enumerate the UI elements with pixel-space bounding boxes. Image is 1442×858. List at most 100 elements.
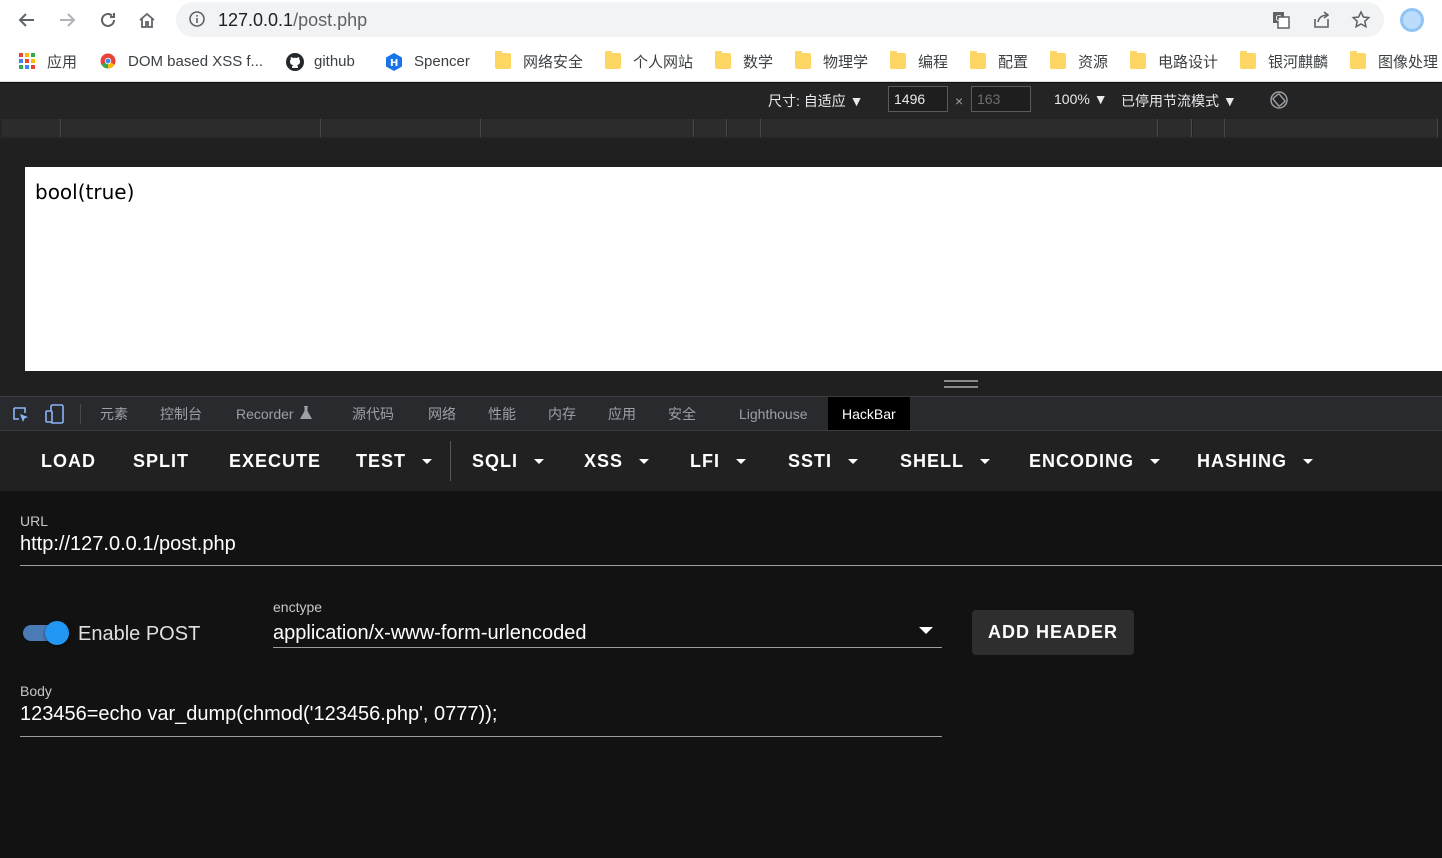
- inspect-element-icon[interactable]: [11, 405, 31, 425]
- tab-recorder[interactable]: Recorder: [236, 397, 312, 430]
- page-content: bool(true): [25, 167, 1442, 371]
- ssti-label: SSTI: [788, 451, 833, 471]
- bookmark-folder[interactable]: 银河麒麟: [1240, 50, 1328, 72]
- height-input[interactable]: 163: [971, 86, 1031, 112]
- media-query-bar[interactable]: [695, 119, 727, 137]
- back-icon[interactable]: [15, 8, 39, 32]
- device-toggle-icon[interactable]: [44, 403, 66, 425]
- media-query-bar[interactable]: [482, 119, 694, 137]
- test-menu-button[interactable]: TEST: [356, 451, 433, 472]
- bookmark-folder[interactable]: 数学: [715, 50, 773, 72]
- bookmark-label: Spencer: [414, 52, 470, 70]
- chrome-icon: [100, 53, 116, 69]
- bookmark-github[interactable]: github: [286, 50, 355, 72]
- tab-security[interactable]: 安全: [668, 397, 696, 430]
- folder-icon: [1350, 51, 1366, 69]
- folder-icon: [890, 51, 906, 69]
- shell-menu-button[interactable]: SHELL: [900, 451, 991, 472]
- chevron-down-icon: [1303, 459, 1314, 464]
- tab-sources[interactable]: 源代码: [352, 397, 394, 430]
- media-query-bar[interactable]: [322, 119, 481, 137]
- media-query-bar[interactable]: [1193, 119, 1225, 137]
- translate-icon[interactable]: G: [1270, 9, 1292, 31]
- lfi-menu-button[interactable]: LFI: [690, 451, 746, 472]
- body-field[interactable]: 123456=echo var_dump(chmod('123456.php',…: [20, 703, 497, 726]
- bookmark-label: 编程: [918, 53, 949, 71]
- shell-label: SHELL: [900, 451, 965, 471]
- bookmark-dom-xss[interactable]: DOM based XSS f...: [100, 50, 263, 72]
- throttling-dropdown[interactable]: 已停用节流模式 ▼: [1121, 91, 1237, 111]
- tab-performance[interactable]: 性能: [488, 397, 516, 430]
- media-query-bar[interactable]: [762, 119, 1158, 137]
- bookmark-folder[interactable]: 配置: [970, 50, 1028, 72]
- enctype-label: enctype: [273, 599, 323, 615]
- times-sign: ×: [955, 93, 964, 109]
- bookmark-folder[interactable]: 个人网站: [605, 50, 693, 72]
- tab-console[interactable]: 控制台: [160, 397, 202, 430]
- bookmark-folder[interactable]: 电路设计: [1130, 50, 1218, 72]
- chevron-down-icon: [1150, 459, 1161, 464]
- svg-text:H: H: [390, 58, 398, 69]
- media-query-bar[interactable]: [1226, 119, 1438, 137]
- execute-button[interactable]: EXECUTE: [229, 451, 321, 472]
- media-query-bar[interactable]: [728, 119, 761, 137]
- url-path: /post.php: [293, 10, 368, 30]
- bookmark-star-icon[interactable]: [1350, 9, 1372, 31]
- encoding-menu-button[interactable]: ENCODING: [1029, 451, 1161, 472]
- load-button[interactable]: LOAD: [41, 451, 96, 472]
- share-icon[interactable]: [1311, 9, 1333, 31]
- rotate-icon[interactable]: [1269, 90, 1289, 110]
- bookmark-label: 资源: [1078, 53, 1109, 71]
- width-input[interactable]: 1496: [888, 86, 948, 112]
- folder-icon: [970, 51, 986, 69]
- sqli-label: SQLI: [472, 451, 519, 471]
- reload-icon[interactable]: [96, 8, 120, 32]
- chevron-down-icon[interactable]: [919, 627, 933, 634]
- tab-lighthouse[interactable]: Lighthouse: [739, 397, 808, 430]
- tab-memory[interactable]: 内存: [548, 397, 576, 430]
- bookmark-label: DOM based XSS f...: [128, 52, 264, 70]
- folder-icon: [1050, 51, 1066, 69]
- toggle-knob: [45, 621, 69, 645]
- bookmark-folder[interactable]: 资源: [1050, 50, 1108, 72]
- media-query-bar[interactable]: [2, 119, 61, 137]
- address-text: 127.0.0.1/post.php: [218, 10, 367, 31]
- forward-icon[interactable]: [55, 8, 79, 32]
- profile-avatar[interactable]: [1400, 8, 1424, 32]
- hackbar-toolbar: LOAD SPLIT EXECUTE TEST SQLI XSS LFI SST…: [0, 431, 1442, 491]
- bookmark-folder[interactable]: 图像处理: [1350, 50, 1438, 72]
- url-field[interactable]: http://127.0.0.1/post.php: [20, 533, 236, 556]
- home-icon[interactable]: [135, 8, 159, 32]
- sqli-menu-button[interactable]: SQLI: [472, 451, 545, 472]
- enable-post-toggle[interactable]: [23, 621, 71, 645]
- bookmark-label: 个人网站: [633, 53, 694, 71]
- url-field-underline: [20, 565, 1442, 566]
- ssti-menu-button[interactable]: SSTI: [788, 451, 859, 472]
- bookmark-folder[interactable]: 网络安全: [495, 50, 583, 72]
- site-info-icon[interactable]: [188, 10, 206, 28]
- bookmark-apps[interactable]: 应用: [19, 50, 77, 72]
- hashing-menu-button[interactable]: HASHING: [1197, 451, 1314, 472]
- dimensions-dropdown[interactable]: 尺寸: 自适应 ▼: [768, 91, 864, 111]
- tab-elements[interactable]: 元素: [100, 397, 128, 430]
- chevron-down-icon: [848, 459, 859, 464]
- tab-recorder-label: Recorder: [236, 405, 294, 422]
- device-toolbar: 尺寸: 自适应 ▼ 1496 × 163 100% ▼ 已停用节流模式 ▼: [0, 83, 1442, 117]
- tab-hackbar[interactable]: HackBar: [828, 397, 910, 430]
- address-bar[interactable]: 127.0.0.1/post.php G: [176, 2, 1384, 37]
- media-query-bar[interactable]: [1159, 119, 1192, 137]
- bookmark-folder[interactable]: 编程: [890, 50, 948, 72]
- tab-network[interactable]: 网络: [428, 397, 456, 430]
- resize-handle[interactable]: [944, 380, 978, 388]
- flask-icon: [299, 405, 312, 422]
- media-query-bar[interactable]: [62, 119, 321, 137]
- xss-menu-button[interactable]: XSS: [584, 451, 650, 472]
- test-label: TEST: [356, 451, 407, 471]
- enctype-select[interactable]: application/x-www-form-urlencoded: [273, 622, 586, 645]
- zoom-dropdown[interactable]: 100% ▼: [1054, 91, 1108, 107]
- tab-application[interactable]: 应用: [608, 397, 636, 430]
- bookmark-folder[interactable]: 物理学: [795, 50, 868, 72]
- bookmark-spencer[interactable]: H Spencer: [386, 50, 470, 72]
- split-button[interactable]: SPLIT: [133, 451, 189, 472]
- add-header-button[interactable]: ADD HEADER: [972, 610, 1134, 655]
